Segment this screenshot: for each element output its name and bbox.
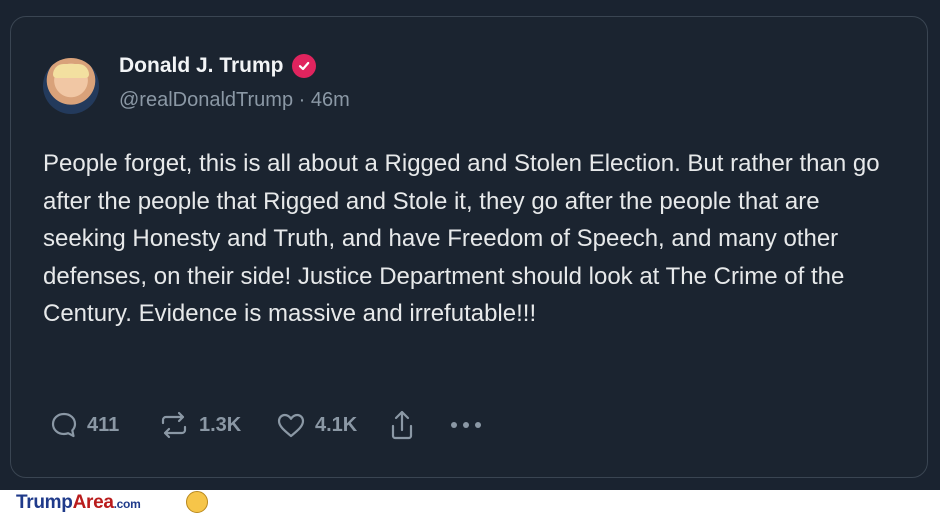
like-button[interactable]: 4.1K (275, 410, 387, 440)
watermark-brand-part2: Area (72, 492, 114, 513)
like-count: 4.1K (315, 413, 358, 436)
share-button[interactable] (387, 408, 449, 442)
avatar[interactable] (43, 58, 99, 114)
post-card: Donald J. Trump @realDonaldTrump · 46m P… (10, 16, 928, 478)
watermark-suffix: .com (113, 497, 141, 511)
reply-icon (49, 410, 79, 440)
watermark-brand-part1: Trump (16, 492, 73, 513)
screenshot-frame: Donald J. Trump @realDonaldTrump · 46m P… (0, 0, 940, 490)
author-handle[interactable]: @realDonaldTrump (119, 89, 293, 111)
post-actions: 411 1.3K 4.1K (49, 405, 483, 445)
repost-button[interactable]: 1.3K (157, 410, 275, 440)
watermark-bar: TrumpArea.com (0, 490, 940, 515)
post-text: People forget, this is all about a Rigge… (43, 150, 880, 327)
more-button[interactable] (449, 419, 483, 431)
post-time[interactable]: 46m (311, 89, 350, 111)
more-icon (449, 419, 483, 431)
meta-separator: · (298, 89, 306, 111)
repost-count: 1.3K (199, 413, 242, 436)
post-meta: @realDonaldTrump · 46m (119, 89, 350, 112)
heart-icon (275, 410, 307, 440)
repost-icon (157, 410, 191, 440)
verified-badge-icon (291, 54, 316, 78)
reply-button[interactable]: 411 (49, 410, 157, 440)
mascot-icon (186, 491, 208, 513)
site-watermark: TrumpArea.com (16, 492, 141, 514)
share-icon (387, 408, 417, 442)
author-row: Donald J. Trump (119, 53, 316, 79)
reply-count: 411 (87, 413, 120, 436)
author-name[interactable]: Donald J. Trump (119, 54, 284, 78)
